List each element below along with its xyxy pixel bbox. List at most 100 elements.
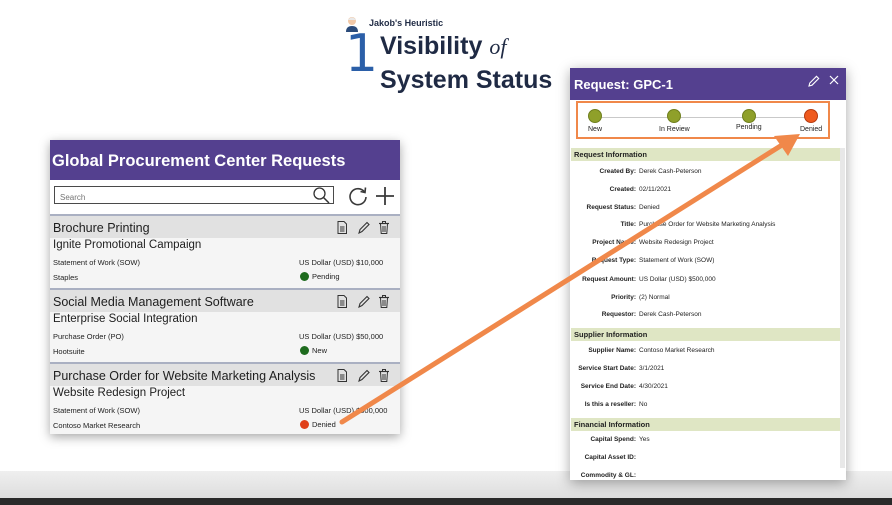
- stage-new-label: New: [588, 126, 603, 133]
- heuristic-number: 1: [345, 24, 379, 84]
- item-status-text: Denied: [312, 420, 336, 429]
- status-dot: [300, 272, 309, 281]
- edit-icon[interactable]: [808, 75, 820, 87]
- field-value: Purchase Order for Website Marketing Ana…: [639, 221, 776, 228]
- field-value: 3/1/2021: [639, 365, 665, 372]
- edit-icon[interactable]: [358, 369, 370, 382]
- heuristic-title-word: Visibility: [380, 32, 483, 60]
- item-amount: US Dollar (USD) $50,000: [299, 332, 384, 341]
- field-label: Created By:: [599, 168, 636, 175]
- field-value: Derek Cash-Peterson: [639, 311, 702, 318]
- field-label: Created:: [609, 186, 636, 193]
- heuristic-title-line1: Visibility of: [380, 32, 506, 61]
- field-label: Service Start Date:: [578, 365, 636, 372]
- field-value: US Dollar (USD) $500,000: [639, 276, 716, 283]
- field-value: Denied: [639, 204, 660, 211]
- request-detail-panel: Request: GPC-1 New In Review Pending Den…: [570, 68, 846, 480]
- stage-new-dot: [588, 109, 602, 123]
- field-value: Derek Cash-Peterson: [639, 168, 702, 175]
- field-label: Request Status:: [586, 204, 636, 211]
- item-project: Enterprise Social Integration: [53, 313, 198, 325]
- panel-title: Request: GPC-1: [574, 77, 673, 92]
- item-type: Statement of Work (SOW): [53, 258, 140, 267]
- field-label: Priority:: [611, 294, 636, 301]
- refresh-icon[interactable]: [347, 185, 369, 207]
- field-label: Is this a reseller:: [584, 401, 636, 408]
- document-icon[interactable]: [336, 295, 348, 308]
- status-badge: Pending: [300, 272, 340, 281]
- trash-icon[interactable]: [378, 369, 390, 382]
- edit-icon[interactable]: [358, 295, 370, 308]
- item-supplier: Contoso Market Research: [53, 421, 141, 430]
- search-icon[interactable]: [312, 186, 330, 204]
- edit-icon[interactable]: [358, 221, 370, 234]
- stage-in-review-dot: [667, 109, 681, 123]
- section-supplier-information: Supplier Information: [571, 328, 840, 341]
- field-value: Statement of Work (SOW): [639, 257, 715, 264]
- field-value: No: [639, 401, 648, 408]
- field-value: Contoso Market Research: [639, 347, 715, 354]
- item-status-text: New: [312, 346, 328, 355]
- item-type: Statement of Work (SOW): [53, 406, 140, 415]
- item-amount: US Dollar (USD) $10,000: [299, 258, 384, 267]
- status-badge: Denied: [300, 420, 336, 429]
- close-icon[interactable]: [829, 75, 839, 85]
- heuristic-label: Jakob's Heuristic: [369, 18, 444, 28]
- field-label: Request Amount:: [582, 276, 636, 283]
- field-value: 4/30/2021: [639, 383, 668, 390]
- status-dot: [300, 420, 309, 429]
- field-label: Requestor:: [601, 311, 636, 318]
- item-actions: [336, 221, 394, 235]
- trash-icon[interactable]: [378, 221, 390, 234]
- stage-denied-dot: [804, 109, 818, 123]
- app-title: Global Procurement Center Requests: [50, 140, 400, 180]
- heuristic-title-line2: System Status: [380, 66, 553, 94]
- section-request-information: Request Information: [571, 148, 840, 161]
- list-item[interactable]: Brochure Printing Ignite Promotional Cam…: [50, 214, 400, 288]
- field-label: Commodity & GL:: [580, 472, 636, 479]
- list-item[interactable]: Social Media Management Software Enterpr…: [50, 288, 400, 362]
- list-item[interactable]: Purchase Order for Website Marketing Ana…: [50, 362, 400, 434]
- document-icon[interactable]: [336, 369, 348, 382]
- field-label: Request Type:: [591, 257, 636, 264]
- procurement-app-window: Global Procurement Center Requests Broch…: [50, 140, 400, 434]
- field-value: Website Redesign Project: [639, 239, 714, 246]
- trash-icon[interactable]: [378, 295, 390, 308]
- stage-pending-label: Pending: [736, 124, 762, 131]
- field-label: Capital Spend:: [590, 436, 636, 443]
- item-actions: [336, 295, 394, 309]
- app-toolbar: [50, 180, 400, 214]
- add-icon[interactable]: [374, 185, 396, 207]
- field-label: Title:: [620, 221, 636, 228]
- item-supplier: Hootsuite: [53, 347, 85, 356]
- search-input[interactable]: [55, 189, 300, 205]
- document-icon[interactable]: [336, 221, 348, 234]
- stage-denied-label: Denied: [800, 126, 823, 133]
- field-value: Yes: [639, 436, 650, 443]
- panel-scrollbar[interactable]: [840, 148, 845, 468]
- item-actions: [336, 369, 394, 383]
- tracker-line: [595, 117, 813, 118]
- search-box: [54, 186, 334, 205]
- item-type: Purchase Order (PO): [53, 332, 124, 341]
- item-status-text: Pending: [312, 272, 340, 281]
- field-label: Supplier Name:: [588, 347, 636, 354]
- field-value: 02/11/2021: [639, 186, 672, 193]
- item-body: Website Redesign Project Statement of Wo…: [50, 386, 400, 434]
- status-dot: [300, 346, 309, 355]
- item-project: Website Redesign Project: [53, 387, 186, 399]
- status-tracker: New In Review Pending Denied: [576, 101, 830, 139]
- panel-header: Request: GPC-1: [570, 68, 846, 100]
- stage-in-review-label: In Review: [659, 126, 690, 133]
- field-label: Service End Date:: [580, 383, 636, 390]
- heuristic-title-of: of: [489, 34, 507, 59]
- field-value: (2) Normal: [639, 294, 670, 301]
- item-body: Enterprise Social Integration Purchase O…: [50, 312, 400, 362]
- field-label: Project Name:: [592, 239, 636, 246]
- item-supplier: Staples: [53, 273, 79, 282]
- item-project: Ignite Promotional Campaign: [53, 239, 202, 251]
- stage-pending-dot: [742, 109, 756, 123]
- status-badge: New: [300, 346, 327, 355]
- bottom-edge: [0, 498, 892, 505]
- section-financial-information: Financial Information: [571, 418, 840, 431]
